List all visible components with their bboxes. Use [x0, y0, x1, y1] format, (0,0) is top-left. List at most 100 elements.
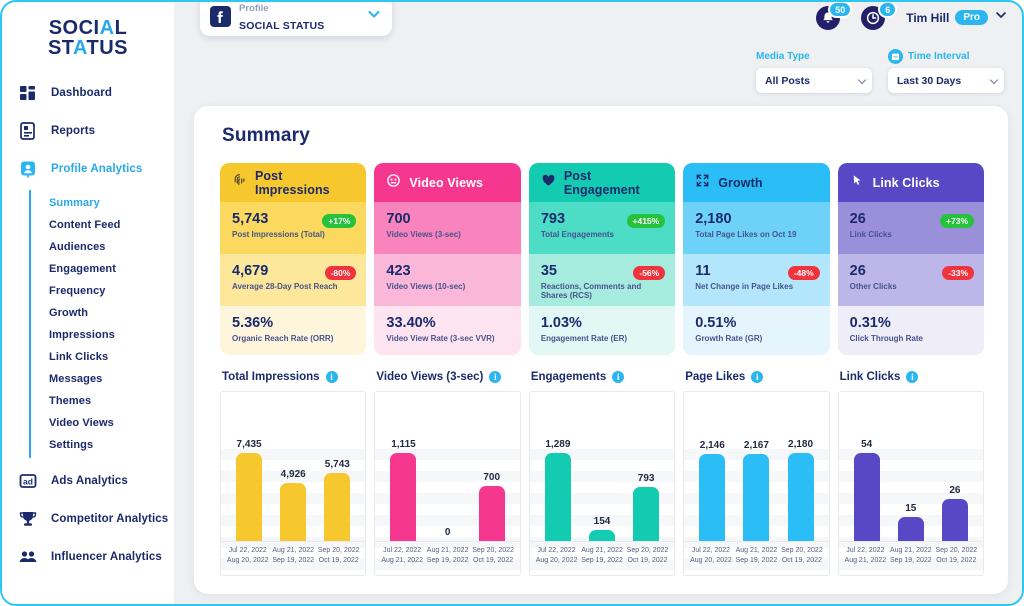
chart-bar-column[interactable]: 1,289: [538, 431, 578, 541]
chart-bar[interactable]: [942, 499, 968, 541]
chart-bar[interactable]: [545, 453, 571, 541]
metric-card-post-impressions[interactable]: Post Impressions 5,743 Post Impressions …: [220, 163, 366, 355]
chart-bar-column[interactable]: 2,167: [737, 431, 777, 541]
chart-bar-column[interactable]: 15: [891, 431, 931, 541]
time-interval-select[interactable]: Last 30 Days: [888, 68, 1004, 93]
chart-x-tick: Jul 22, 2022Aug 20, 2022: [534, 546, 579, 575]
sidebar-subitem-video-views[interactable]: Video Views: [31, 412, 174, 434]
chart-x-tick-line: Sep 19, 2022: [271, 556, 316, 566]
chart-bar[interactable]: [324, 473, 350, 541]
sidebar-subitem-growth[interactable]: Growth: [31, 302, 174, 324]
card-title: Video Views: [409, 176, 483, 190]
chart-x-tick-line: Sep 19, 2022: [734, 556, 779, 566]
notifications-clock[interactable]: 6: [861, 4, 888, 31]
chart-bar-column[interactable]: 700: [472, 431, 512, 541]
chart-bar-column[interactable]: 154: [582, 431, 622, 541]
info-icon[interactable]: i: [612, 371, 624, 383]
chart-x-tick-line: Aug 21, 2022: [888, 546, 933, 556]
card-title: Growth: [718, 176, 762, 190]
chart-bar[interactable]: [699, 454, 725, 541]
chart-total-impressions: Total Impressionsi7,4354,9265,743Jul 22,…: [220, 371, 366, 576]
topbar-right: 50 6 Tim Hill Pro: [816, 4, 1008, 31]
sidebar-subitem-content-feed[interactable]: Content Feed: [31, 214, 174, 236]
metric-cards: Post Impressions 5,743 Post Impressions …: [194, 147, 1008, 355]
info-icon[interactable]: i: [751, 371, 763, 383]
metric-card-growth[interactable]: Growth 2,180 Total Page Likes on Oct 19 …: [683, 163, 829, 355]
sidebar-item-profile-analytics[interactable]: Profile Analytics: [2, 150, 174, 188]
metric-card-link-clicks[interactable]: Link Clicks 26 Link Clicks +73% 26 Other…: [838, 163, 984, 355]
sidebar-subitem-messages[interactable]: Messages: [31, 368, 174, 390]
sidebar-subitem-frequency[interactable]: Frequency: [31, 280, 174, 302]
sidebar-subitem-link-clicks[interactable]: Link Clicks: [31, 346, 174, 368]
chart-bar-column[interactable]: 4,926: [273, 431, 313, 541]
heart-icon: [541, 173, 556, 193]
chart-title-text: Video Views (3-sec): [376, 371, 483, 383]
chart-bar[interactable]: [280, 483, 306, 541]
chart-x-tick-line: Oct 19, 2022: [779, 556, 824, 566]
chart-bar[interactable]: [633, 487, 659, 541]
chart-x-tick-line: Aug 20, 2022: [225, 556, 270, 566]
info-icon[interactable]: i: [906, 371, 918, 383]
chart-bar[interactable]: [854, 453, 880, 541]
sidebar-subitem-engagement[interactable]: Engagement: [31, 258, 174, 280]
metric-card-video-views[interactable]: Video Views 700 Video Views (3-sec) 423 …: [374, 163, 520, 355]
chart-bar[interactable]: [743, 454, 769, 541]
metric-label: Link Clicks: [850, 230, 972, 239]
sidebar-item-label: Reports: [51, 125, 95, 137]
chart-bar[interactable]: [236, 453, 262, 541]
chart-plot-area: 1,1150700Jul 22, 2022Aug 21, 2022Aug 21,…: [374, 391, 520, 576]
sidebar-subitem-audiences[interactable]: Audiences: [31, 236, 174, 258]
profile-sublabel: Profile: [239, 3, 269, 14]
chart-x-tick: Aug 21, 2022Sep 19, 2022: [734, 546, 779, 575]
sidebar-item-competitor-analytics[interactable]: Competitor Analytics: [2, 500, 174, 538]
sidebar-item-influencer-analytics[interactable]: Influencer Analytics: [2, 538, 174, 576]
sidebar-item-reports[interactable]: Reports: [2, 112, 174, 150]
chart-x-tick: Jul 22, 2022Aug 20, 2022: [225, 546, 270, 575]
info-icon[interactable]: i: [489, 371, 501, 383]
chart-bar-column[interactable]: 793: [626, 431, 666, 541]
chart-bar[interactable]: [788, 453, 814, 541]
chart-bar[interactable]: [479, 486, 505, 541]
metric-label: Organic Reach Rate (ORR): [232, 334, 354, 343]
chart-x-tick-line: Aug 21, 2022: [580, 546, 625, 556]
metric-card-post-engagement[interactable]: Post Engagement 793 Total Engagements +4…: [529, 163, 675, 355]
chart-bar-column[interactable]: 7,435: [229, 431, 269, 541]
chart-bar-column[interactable]: 2,180: [781, 431, 821, 541]
chart-bar-value: 1,115: [391, 439, 415, 450]
info-icon[interactable]: i: [326, 371, 338, 383]
chart-title-text: Engagements: [531, 371, 606, 383]
sidebar-item-dashboard[interactable]: Dashboard: [2, 74, 174, 112]
chart-title: Link Clicks i: [838, 371, 984, 383]
chart-bar[interactable]: [589, 530, 615, 541]
chart-bar-column[interactable]: 26: [935, 431, 975, 541]
chart-bar-value: 2,180: [788, 439, 813, 450]
chart-plot-area: 541526Jul 22, 2022Aug 21, 2022Aug 21, 20…: [838, 391, 984, 576]
notifications-bell[interactable]: 50: [816, 4, 843, 31]
app-logo[interactable]: SOCIAL STATUS: [2, 10, 174, 74]
sidebar-subitem-impressions[interactable]: Impressions: [31, 324, 174, 346]
profile-selector[interactable]: Profile SOCIAL STATUS: [200, 0, 392, 36]
sidebar-item-label: Influencer Analytics: [51, 551, 162, 563]
chart-bar-column[interactable]: 1,115: [384, 431, 424, 541]
chevron-down-icon[interactable]: [994, 8, 1008, 27]
media-type-select[interactable]: All Posts: [756, 68, 872, 93]
card-title: Post Engagement: [564, 169, 663, 197]
user-menu[interactable]: Tim Hill Pro: [906, 8, 1008, 27]
chart-bar[interactable]: [390, 453, 416, 541]
chevron-down-icon[interactable]: [366, 6, 382, 27]
ads-icon: ad: [18, 471, 38, 491]
card-row: 0.31% Click Through Rate: [838, 306, 984, 355]
sidebar-subitem-summary[interactable]: Summary: [31, 192, 174, 214]
chart-x-tick-line: Aug 20, 2022: [688, 556, 733, 566]
sidebar-subitem-settings[interactable]: Settings: [31, 434, 174, 456]
chart-bar-column[interactable]: 2,146: [692, 431, 732, 541]
chart-title-text: Link Clicks: [840, 371, 901, 383]
chart-bar-value: 793: [638, 473, 655, 484]
chart-bar-column[interactable]: 0: [428, 431, 468, 541]
sidebar-subitem-themes[interactable]: Themes: [31, 390, 174, 412]
chart-bar-column[interactable]: 54: [847, 431, 887, 541]
sidebar-item-ads-analytics[interactable]: ad Ads Analytics: [2, 462, 174, 500]
chart-plot-area: 1,289154 793 Jul 22, 2022Aug 20, 2022Aug 2…: [529, 391, 675, 576]
chart-bar-column[interactable]: 5,743: [317, 431, 357, 541]
chart-bar[interactable]: [898, 517, 924, 541]
